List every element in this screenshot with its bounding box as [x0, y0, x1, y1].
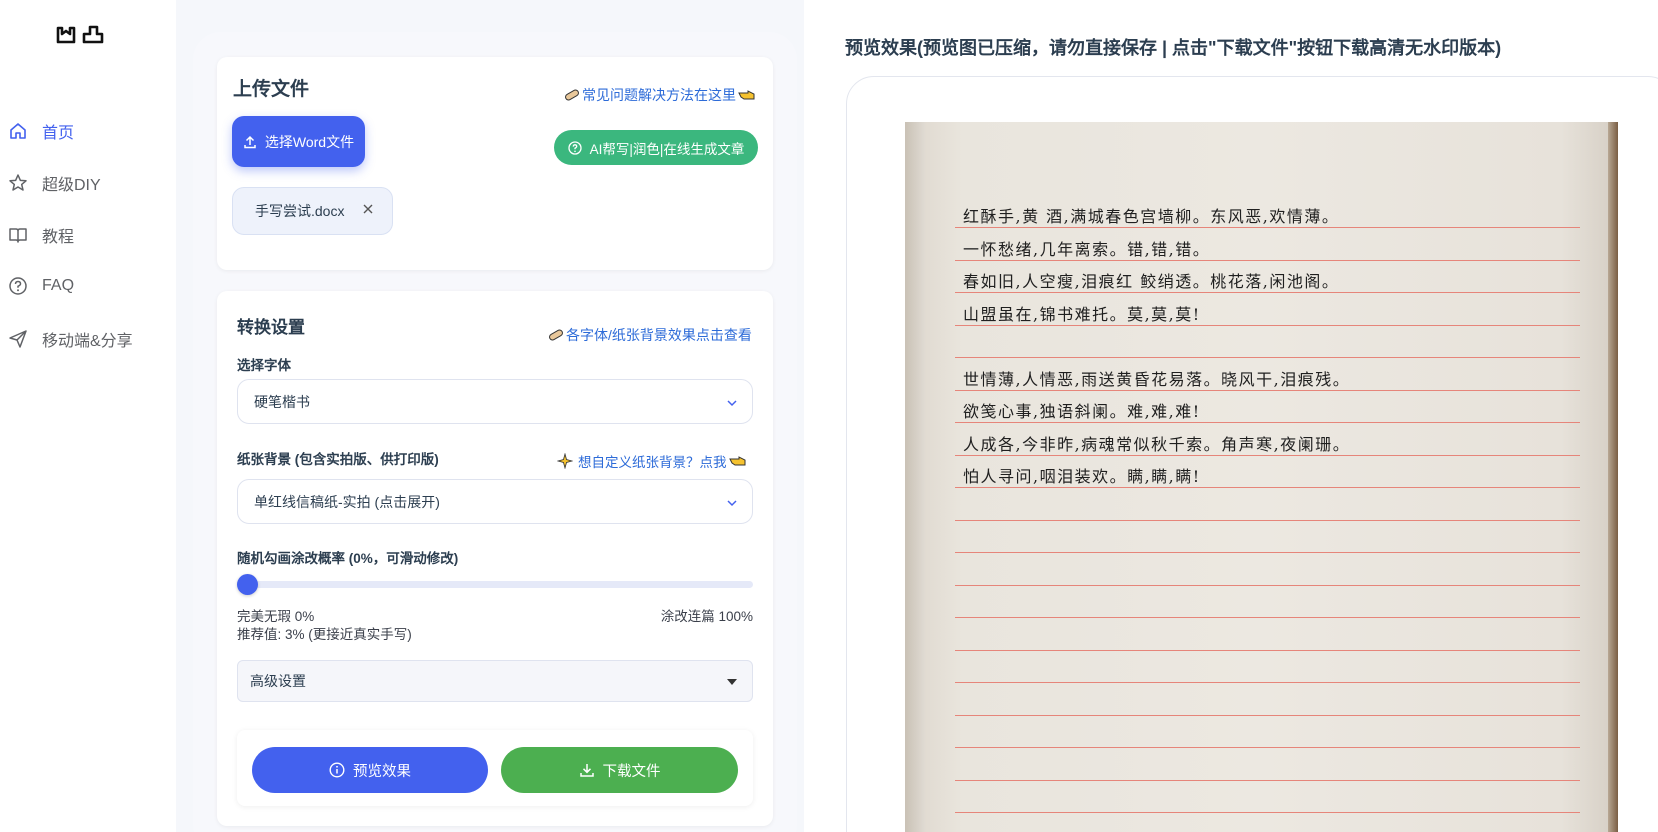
upload-title: 上传文件	[233, 79, 310, 100]
custom-paper-link-label: 想自定义纸张背景？点我	[578, 455, 727, 470]
sidebar-item-label: 首页	[42, 125, 75, 142]
settings-card: 转换设置 各字体/纸张背景效果点击查看 选择字体 硬笔楷书 纸张背景 (包含实拍…	[217, 291, 773, 826]
ruled-line	[955, 714, 1580, 716]
faq-link[interactable]: 常见问题解决方法在这里	[564, 85, 756, 105]
prob-label: 随机勾画涂改概率 (0%，可滑动修改)	[237, 551, 459, 566]
caret-down-icon	[726, 673, 738, 689]
download-icon	[579, 764, 594, 777]
custom-paper-link[interactable]: 想自定义纸张背景？点我	[557, 451, 747, 471]
handwritten-line: 欲笺心事,独语斜阑。难,难,难!	[963, 402, 1201, 421]
ruled-line	[955, 812, 1580, 813]
preview-button-label: 预览效果	[353, 763, 411, 780]
prob-min-label: 完美无瑕 0%	[237, 609, 315, 624]
preview-title: 预览效果(预览图已压缩，请勿直接保存 | 点击"下载文件"按钮下载高清无水印版本…	[845, 38, 1502, 58]
ruled-line	[955, 617, 1580, 618]
bandage-icon	[564, 88, 580, 102]
ruled-line	[955, 552, 1580, 553]
send-icon	[8, 329, 28, 349]
star-icon	[8, 173, 28, 193]
ruled-line	[955, 649, 1580, 651]
info-icon	[329, 762, 345, 778]
book-icon	[8, 225, 28, 245]
ruled-line	[955, 227, 1580, 228]
font-label: 选择字体	[237, 358, 291, 373]
sidebar: 首页 超级DIY 教程 FAQ 移动端&分享	[0, 0, 176, 832]
advanced-settings-label: 高级设置	[250, 673, 306, 689]
action-bar: 预览效果 下载文件	[237, 730, 753, 806]
sidebar-item-diy[interactable]: 超级DIY	[8, 168, 101, 198]
download-button-label: 下载文件	[602, 763, 661, 780]
ruled-line	[955, 259, 1580, 261]
ruled-line	[955, 584, 1580, 586]
prob-slider-thumb[interactable]	[237, 574, 258, 595]
faq-link-label: 常见问题解决方法在这里	[582, 87, 736, 103]
sidebar-item-faq[interactable]: FAQ	[8, 271, 74, 301]
paper-select[interactable]: 单红线信稿纸-实拍 (点击展开)	[237, 479, 753, 524]
ruled-line	[955, 747, 1580, 748]
prob-max-label: 涂改连篇 100%	[660, 609, 753, 624]
handwritten-line: 春如旧,人空瘦,泪痕红 鲛绡透。桃花落,闲池阁。	[963, 272, 1340, 291]
handwritten-line: 山盟虽在,锦书难托。莫,莫,莫!	[963, 304, 1201, 324]
paper-label: 纸张背景 (包含实拍版、供打印版)	[237, 452, 439, 467]
sparkle-icon	[557, 453, 573, 469]
ruled-line	[955, 454, 1580, 456]
font-select[interactable]: 硬笔楷书	[237, 379, 753, 424]
bandage-icon	[548, 328, 564, 342]
paper-desk-edge	[1608, 122, 1618, 832]
ruled-line	[955, 682, 1580, 683]
font-select-value: 硬笔楷书	[254, 393, 310, 410]
prob-slider-track[interactable]	[237, 581, 753, 588]
ai-write-button[interactable]: AI帮写|润色|在线生成文章	[554, 130, 758, 165]
select-word-file-label: 选择Word文件	[264, 133, 355, 150]
sidebar-item-label: 移动端&分享	[42, 333, 133, 350]
home-icon	[8, 121, 28, 141]
pointing-hand-icon	[738, 88, 756, 102]
ruled-line	[955, 422, 1580, 423]
file-chip: 手写尝试.docx	[232, 187, 393, 235]
sidebar-item-label: FAQ	[42, 277, 75, 294]
upload-card: 上传文件 常见问题解决方法在这里 选择Word文件 AI帮写|润色|在线生成文章…	[217, 57, 773, 270]
logo-icon	[56, 25, 104, 44]
sidebar-item-label: 超级DIY	[42, 177, 101, 194]
sidebar-item-tutorial[interactable]: 教程	[8, 220, 74, 250]
sidebar-item-home[interactable]: 首页	[8, 116, 74, 146]
handwritten-line: 一怀愁绪,几年离索。错,错,错。	[963, 239, 1211, 259]
ruled-line	[955, 779, 1580, 781]
download-button[interactable]: 下载文件	[501, 747, 738, 793]
question-circle-icon	[567, 140, 582, 155]
ai-write-label: AI帮写|润色|在线生成文章	[589, 141, 745, 157]
preview-button[interactable]: 预览效果	[252, 747, 488, 793]
file-name: 手写尝试.docx	[255, 203, 345, 219]
pointing-hand-icon	[728, 454, 747, 468]
ruled-line	[955, 324, 1580, 326]
recommend-text: 推荐值: 3% (更接近真实手写)	[237, 627, 412, 642]
ruled-line	[955, 487, 1580, 488]
sidebar-item-mobile-share[interactable]: 移动端&分享	[8, 324, 133, 354]
upload-icon	[244, 135, 256, 148]
ruled-line	[955, 519, 1580, 521]
chevron-down-icon	[726, 494, 738, 510]
sidebar-item-label: 教程	[42, 229, 75, 246]
advanced-settings[interactable]: 高级设置	[237, 660, 753, 702]
close-icon[interactable]	[362, 203, 374, 215]
handwritten-line: 世情薄,人情恶,雨送黄昏花易落。晓风干,泪痕残。	[963, 369, 1351, 389]
ruled-line	[955, 389, 1580, 391]
settings-title: 转换设置	[237, 318, 305, 337]
preview-image: 红酥手,黄 酒,满城春色宫墙柳。东风恶,欢情薄。 一怀愁绪,几年离索。错,错,错。…	[905, 122, 1618, 832]
select-word-file-button[interactable]: 选择Word文件	[232, 116, 365, 167]
effects-link[interactable]: 各字体/纸张背景效果点击查看	[548, 325, 752, 345]
handwritten-line: 怕人寻问,咽泪装欢。瞒,瞒,瞒!	[963, 467, 1201, 486]
effects-link-label: 各字体/纸张背景效果点击查看	[566, 327, 752, 343]
ruled-line	[955, 292, 1580, 293]
chevron-down-icon	[726, 394, 738, 410]
paper-shadow-left	[905, 122, 925, 832]
paper-select-value: 单红线信稿纸-实拍 (点击展开)	[254, 493, 440, 510]
handwritten-line: 红酥手,黄 酒,满城春色宫墙柳。东风恶,欢情薄。	[963, 207, 1340, 226]
question-circle-icon	[8, 276, 28, 296]
handwritten-line: 人成各,今非昨,病魂常似秋千索。角声寒,夜阑珊。	[963, 434, 1351, 454]
ruled-line	[955, 357, 1580, 358]
